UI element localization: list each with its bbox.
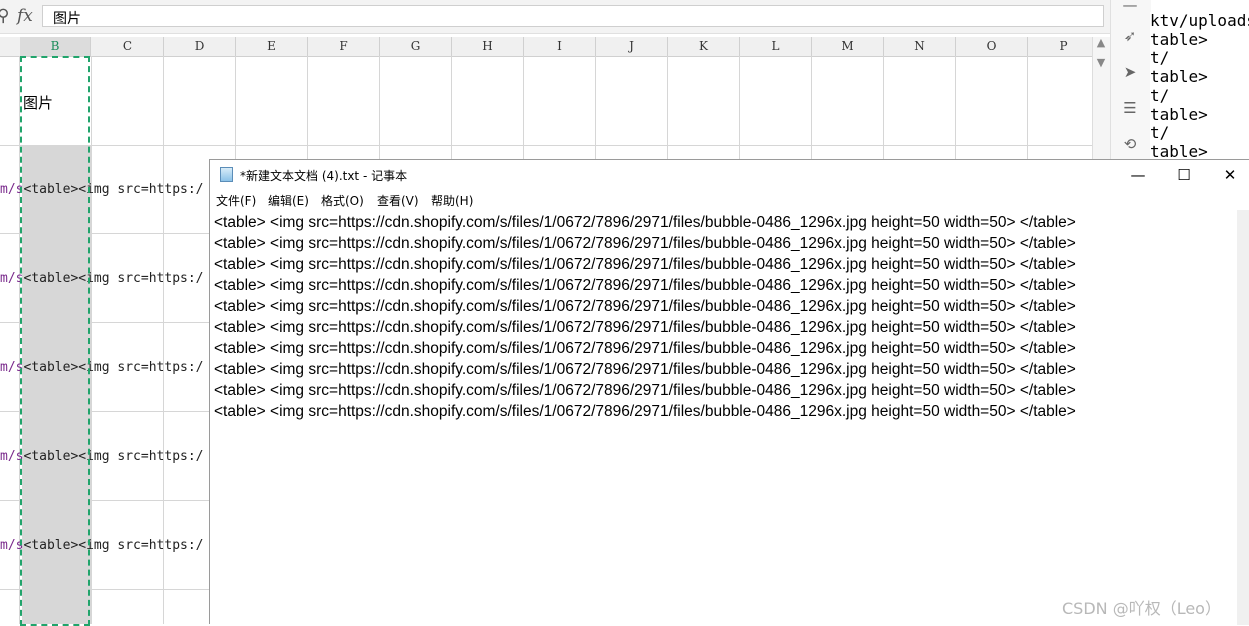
formula-input[interactable]: 图片 (42, 5, 1104, 27)
watermark: CSDN @吖权（Leo） (1062, 599, 1221, 618)
menu-format[interactable]: 格式(O) (321, 192, 364, 209)
column-header-n[interactable]: N (884, 37, 956, 56)
scroll-down-icon[interactable]: ▼ (1093, 56, 1109, 69)
notepad-line: <table> <img src=https://cdn.shopify.com… (214, 382, 1076, 399)
sliders-icon[interactable]: ☰ (1120, 99, 1140, 117)
notepad-window: *新建文本文档 (4).txt - 记事本 — ☐ ✕ 文件(F) 编辑(E) … (209, 159, 1249, 625)
background-code-line: table> (1150, 104, 1208, 124)
notepad-vertical-scrollbar[interactable] (1237, 210, 1249, 625)
column-header-p[interactable]: P (1028, 37, 1100, 56)
notepad-line: <table> <img src=https://cdn.shopify.com… (214, 214, 1076, 231)
notepad-icon (220, 167, 233, 182)
column-header-o[interactable]: O (956, 37, 1028, 56)
notepad-line: <table> <img src=https://cdn.shopify.com… (214, 298, 1076, 315)
column-header-e[interactable]: E (236, 37, 308, 56)
menu-view[interactable]: 查看(V) (377, 192, 419, 209)
search-icon[interactable]: ⚲ (0, 6, 9, 26)
rocket-icon[interactable]: ➶ (1120, 27, 1140, 45)
notepad-title: *新建文本文档 (4).txt - 记事本 (240, 169, 408, 183)
column-header-h[interactable]: H (452, 37, 524, 56)
notepad-line: <table> <img src=https://cdn.shopify.com… (214, 256, 1076, 273)
notepad-line: <table> <img src=https://cdn.shopify.com… (214, 319, 1076, 336)
background-code-line: ktv/uploads (1150, 12, 1249, 30)
menu-file[interactable]: 文件(F) (216, 192, 256, 209)
menu-help[interactable]: 帮助(H) (431, 192, 473, 209)
selection-border (20, 56, 90, 626)
background-code-line: t/ (1150, 123, 1170, 143)
column-header-g[interactable]: G (380, 37, 452, 56)
column-header-i[interactable]: I (524, 37, 596, 56)
close-icon[interactable]: ✕ (1207, 160, 1249, 190)
column-header-f[interactable]: F (308, 37, 380, 56)
dash-icon[interactable]: — (1120, 0, 1140, 14)
pointer-icon[interactable]: ➤ (1120, 63, 1140, 81)
minimize-icon[interactable]: — (1115, 160, 1161, 190)
scroll-up-icon[interactable]: ▲ (1093, 36, 1109, 49)
maximize-icon[interactable]: ☐ (1161, 160, 1207, 190)
notepad-line: <table> <img src=https://cdn.shopify.com… (214, 235, 1076, 252)
background-code-line: table> (1150, 67, 1208, 87)
notepad-line: <table> <img src=https://cdn.shopify.com… (214, 340, 1076, 357)
notepad-line: <table> <img src=https://cdn.shopify.com… (214, 361, 1076, 378)
notepad-menubar: 文件(F) 编辑(E) 格式(O) 查看(V) 帮助(H) (210, 190, 1249, 210)
column-header-b[interactable]: B (20, 37, 91, 56)
grid-line-horizontal (0, 145, 1092, 146)
background-code-line: table> (1150, 29, 1208, 49)
column-header-d[interactable]: D (164, 37, 236, 56)
transform-icon[interactable]: ⟲ (1120, 135, 1140, 153)
column-header-c[interactable]: C (92, 37, 164, 56)
fx-icon[interactable]: fx (17, 6, 33, 26)
notepad-titlebar[interactable]: *新建文本文档 (4).txt - 记事本 — ☐ ✕ (210, 160, 1249, 190)
column-header-m[interactable]: M (812, 37, 884, 56)
column-header-l[interactable]: L (740, 37, 812, 56)
background-code-line: t/ (1150, 85, 1170, 105)
notepad-line: <table> <img src=https://cdn.shopify.com… (214, 277, 1076, 294)
background-code-line: t/ (1150, 48, 1170, 68)
background-code-line: table> (1150, 141, 1208, 160)
notepad-text-area[interactable]: <table> <img src=https://cdn.shopify.com… (214, 212, 1076, 422)
notepad-line: <table> <img src=https://cdn.shopify.com… (214, 403, 1076, 420)
column-header-j[interactable]: J (596, 37, 668, 56)
background-code-text: ktv/uploads table> t/table> t/table> t/table… (1150, 12, 1249, 160)
column-header-k[interactable]: K (668, 37, 740, 56)
menu-edit[interactable]: 编辑(E) (268, 192, 309, 209)
